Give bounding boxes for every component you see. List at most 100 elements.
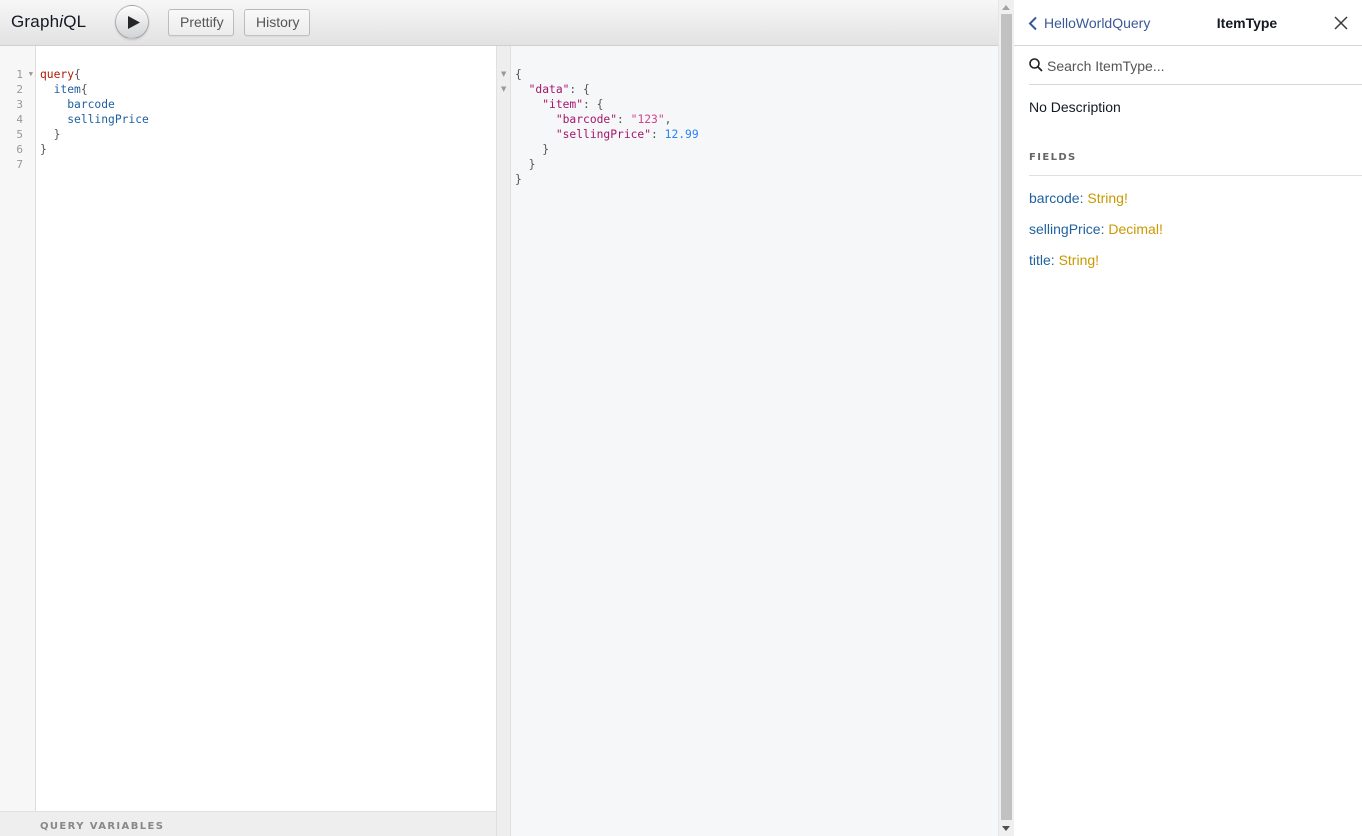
query-editor[interactable]: 1 ▼ 2 3 4 5 6 7 query{ item{ barcode sellingPri… [0,46,497,836]
query-gutter: 1 ▼ 2 3 4 5 6 7 [0,46,36,811]
scroll-down-icon[interactable] [1002,826,1010,831]
line-number: 6 [16,143,23,156]
prettify-button[interactable]: Prettify [168,9,234,36]
query-variables-label: QUERY VARIABLES [40,821,165,832]
query-line: barcode [40,97,149,112]
field-type[interactable]: String [1087,190,1124,206]
line-number: 4 [16,113,23,126]
code-token: 12.99 [664,128,699,141]
result-line: } [515,142,699,157]
query-line: query{ [40,67,149,82]
result-line: { [515,67,699,82]
code-token: "data" [528,83,570,96]
non-null-marker: ! [1095,252,1100,268]
topbar: GraphiQL Prettify History [0,0,998,46]
code-token: barcode [67,98,115,111]
code-token: sellingPrice [67,113,149,126]
result-line: "sellingPrice": 12.99 [515,127,699,142]
run-button[interactable] [115,5,149,39]
code-token: : { [583,98,604,111]
docs-search [1029,46,1362,85]
search-input[interactable] [1047,56,1347,76]
code-token: { [80,83,88,96]
query-line: sellingPrice [40,112,149,127]
code-token: { [515,68,522,81]
field-type[interactable]: Decimal [1108,221,1159,237]
play-icon [128,16,140,29]
fold-arrow-icon[interactable]: ▼ [501,67,506,82]
close-button[interactable] [1334,16,1348,30]
chevron-left-icon [1028,16,1037,31]
fold-arrow-icon[interactable]: ▼ [501,82,506,97]
field-type[interactable]: String [1059,252,1096,268]
code-token: } [40,128,61,141]
code-token: "item" [542,98,584,111]
result-line: } [515,157,699,172]
query-code[interactable]: query{ item{ barcode sellingPrice }} [40,67,149,172]
code-token: , [664,113,672,126]
code-token: "sellingPrice" [555,128,652,141]
code-token: } [515,158,536,171]
back-button-label: HelloWorldQuery [1044,15,1151,31]
fields-list: barcode: String! sellingPrice: Decimal! … [1029,190,1163,283]
code-token: : [617,113,631,126]
line-number: 3 [16,98,23,111]
field-colon: : [1050,252,1059,268]
line-number: 2 [16,83,23,96]
result-fold-markers: ▼ ▼ [501,67,506,97]
field-name[interactable]: title [1029,252,1051,268]
result-code: { "data": { "item": { "barcode": "123", … [515,67,699,187]
code-token: } [515,143,550,156]
fields-divider [1029,175,1362,176]
result-line: "item": { [515,97,699,112]
docs-explorer: HelloWorldQuery ItemType No Description … [1014,0,1362,836]
field-item: sellingPrice: Decimal! [1029,221,1163,252]
code-token: } [515,173,522,186]
close-icon [1334,16,1348,30]
query-line: } [40,142,149,157]
type-description: No Description [1029,99,1121,115]
line-number: 7 [16,158,23,171]
field-name[interactable]: sellingPrice [1029,221,1101,237]
line-number: 5 [16,128,23,141]
field-item: barcode: String! [1029,190,1163,221]
query-variables-bar[interactable]: QUERY VARIABLES [0,811,496,836]
field-item: title: String! [1029,252,1163,283]
result-line: } [515,172,699,187]
result-viewer: ▼ ▼ { "data": { "item": { "barcode": "12… [497,46,998,836]
code-token: "123" [630,113,665,126]
scroll-up-icon[interactable] [1002,5,1010,10]
line-number: 1 ▼ [16,67,33,82]
field-name[interactable]: barcode [1029,190,1080,206]
fold-arrow-icon[interactable]: ▼ [29,67,33,82]
code-token: "barcode" [555,113,618,126]
non-null-marker: ! [1158,221,1163,237]
non-null-marker: ! [1123,190,1128,206]
logo-prefix: Graph [11,12,60,31]
graphiql-editor: GraphiQL Prettify History 1 ▼ 2 3 4 5 6 7 query… [0,0,998,836]
code-token: : [651,128,665,141]
history-button[interactable]: History [244,9,310,36]
code-token: item [53,83,81,96]
scrollbar[interactable] [998,0,1014,836]
docs-title: ItemType [1216,15,1278,31]
fields-heading: FIELDS [1029,152,1077,163]
scrollbar-thumb[interactable] [1001,14,1012,820]
code-token: { [74,68,81,81]
result-line: "data": { [515,82,699,97]
docs-header: HelloWorldQuery ItemType [1014,0,1362,46]
graphiql-logo: GraphiQL [11,12,86,32]
logo-suffix: QL [63,12,87,31]
query-line: } [40,127,149,142]
code-token: : { [569,83,590,96]
search-icon [1029,58,1043,72]
code-token: query [40,68,75,81]
result-gutter: ▼ ▼ [497,46,511,836]
result-line: "barcode": "123", [515,112,699,127]
